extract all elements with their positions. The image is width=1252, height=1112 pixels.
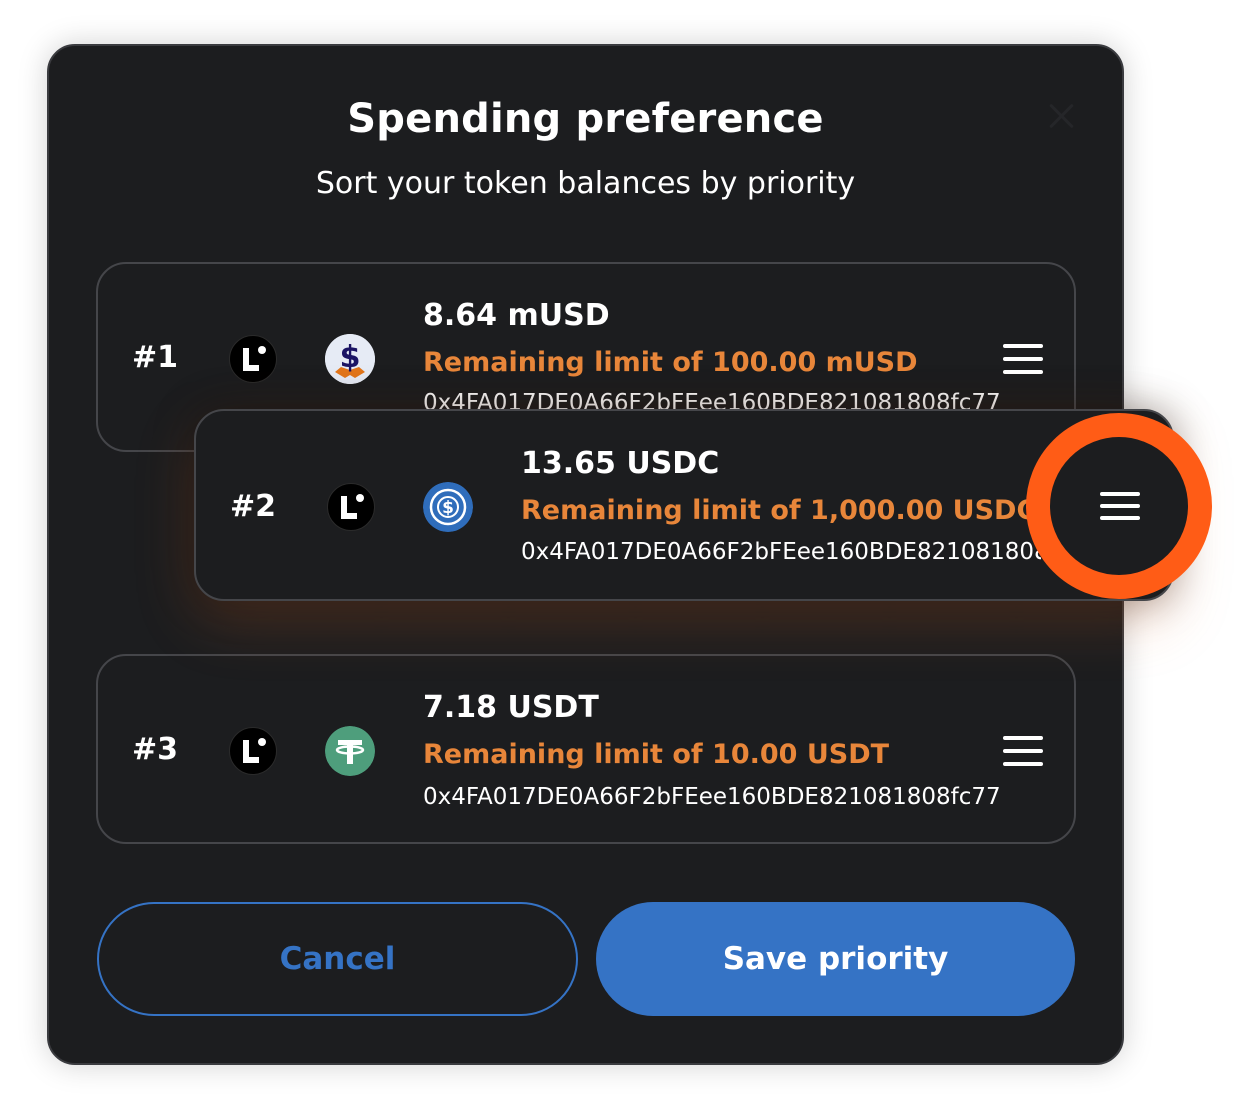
token-amount: 8.64 mUSD xyxy=(423,298,610,333)
token-address: 0x4FA017DE0A66F2bFEee160BDE821081808fc77 xyxy=(423,390,1001,410)
token-address: 0x4FA017DE0A66F2bFEee160BDE821081808fc77 xyxy=(521,539,1041,565)
token-remaining-limit: Remaining limit of 10.00 USDT xyxy=(423,739,890,770)
token-rank: #2 xyxy=(230,489,277,524)
token-remaining-limit: Remaining limit of 100.00 mUSD xyxy=(423,347,918,378)
token-amount: 7.18 USDT xyxy=(423,690,599,725)
token-card-3[interactable]: #3 7.18 USDT Remaining limit of 10.00 US… xyxy=(96,654,1076,844)
svg-text:$: $ xyxy=(442,498,454,518)
usdt-icon xyxy=(325,726,375,776)
token-rank: #1 xyxy=(132,340,179,375)
musd-icon: $ xyxy=(325,334,375,384)
linea-network-icon xyxy=(229,727,277,775)
cancel-button[interactable]: Cancel xyxy=(97,902,578,1016)
usdc-icon: $ xyxy=(423,482,473,532)
linea-network-icon xyxy=(327,483,375,531)
svg-text:$: $ xyxy=(340,340,361,375)
token-rank: #3 xyxy=(132,732,179,767)
save-priority-button[interactable]: Save priority xyxy=(596,902,1075,1016)
drag-handle-icon[interactable] xyxy=(1003,736,1043,766)
drag-handle-icon[interactable] xyxy=(1100,492,1140,522)
token-remaining-limit: Remaining limit of 1,000.00 USDC xyxy=(521,495,1037,526)
modal-subtitle: Sort your token balances by priority xyxy=(315,166,856,201)
linea-network-icon xyxy=(229,335,277,383)
token-amount: 13.65 USDC xyxy=(521,446,720,481)
drag-handle-icon[interactable] xyxy=(1003,344,1043,374)
token-address: 0x4FA017DE0A66F2bFEee160BDE821081808fc77 xyxy=(423,784,1001,810)
modal-title: Spending preference xyxy=(347,96,824,142)
